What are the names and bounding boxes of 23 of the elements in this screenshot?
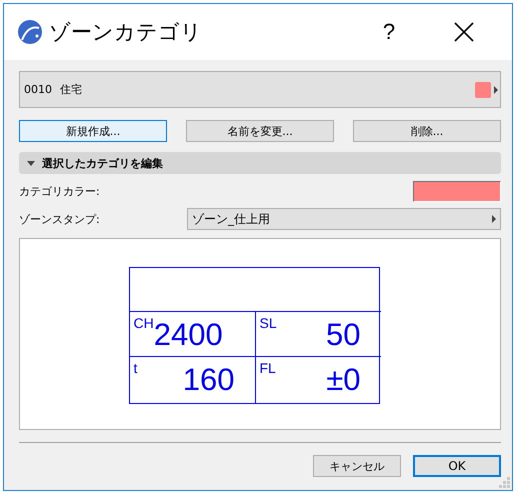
dialog-button[interactable]: 名前を変更... bbox=[186, 120, 334, 142]
stamp-label: SL bbox=[260, 316, 277, 330]
dialog-button[interactable]: 新規作成... bbox=[19, 120, 167, 142]
stamp-value: 160 bbox=[182, 363, 234, 397]
stamp-label: CH bbox=[134, 316, 154, 330]
field-label: カテゴリカラー: bbox=[19, 184, 100, 198]
dialog-button[interactable]: キャンセル bbox=[313, 455, 401, 477]
field-label: ゾーンスタンプ: bbox=[19, 212, 100, 226]
zone-stamp-dropdown[interactable]: ゾーン_仕上用 bbox=[187, 208, 501, 230]
section-header[interactable]: 選択したカテゴリを編集 bbox=[19, 152, 501, 174]
category-name: 住宅 bbox=[60, 82, 83, 97]
stamp-value: ±0 bbox=[326, 363, 360, 397]
dialog-button[interactable]: OK bbox=[413, 455, 501, 477]
section-title: 選択したカテゴリを編集 bbox=[42, 156, 163, 170]
help-button[interactable]: ? bbox=[374, 19, 404, 45]
stamp-label: FL bbox=[260, 361, 276, 375]
category-dropdown[interactable]: 0010 住宅 bbox=[19, 71, 501, 108]
window-title: ゾーンカテゴリ bbox=[49, 19, 203, 46]
category-code: 0010 bbox=[24, 83, 52, 96]
stamp-value: 50 bbox=[326, 318, 360, 352]
stamp-label: t bbox=[134, 361, 138, 375]
stamp-value: 2400 bbox=[154, 318, 223, 352]
dialog-button[interactable]: 削除... bbox=[353, 120, 501, 142]
